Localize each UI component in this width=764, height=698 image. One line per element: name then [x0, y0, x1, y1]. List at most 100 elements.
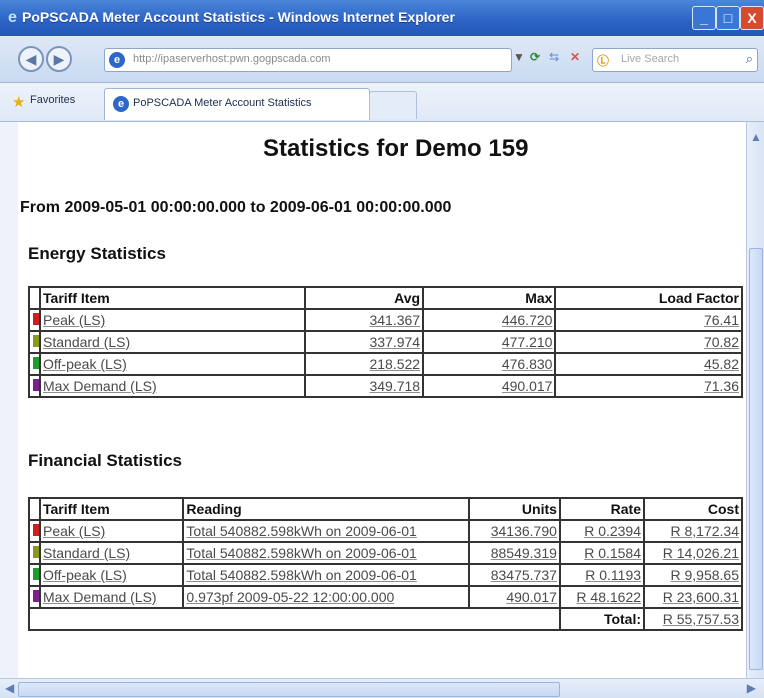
energy-row: Max Demand (LS) 349.718 490.017 71.36	[27, 374, 743, 398]
financial-row: Peak (LS) Total 540882.598kWh on 2009-06-…	[28, 519, 743, 543]
energy-max[interactable]: 490.017	[422, 374, 557, 398]
financial-statistics-table: Tariff Item Reading Units Rate Cost Peak…	[28, 497, 743, 631]
window-title: PoPSCADA Meter Account Statistics - Wind…	[22, 9, 455, 25]
tab-page-icon: e	[113, 96, 129, 112]
energy-header-row: Tariff Item Avg Max Load Factor	[27, 286, 743, 310]
energy-header-avg: Avg	[303, 286, 425, 310]
financial-section-title: Financial Statistics	[28, 451, 182, 470]
energy-load-factor[interactable]: 45.82	[554, 352, 743, 376]
tariff-color-swatch	[33, 313, 39, 325]
energy-load-factor[interactable]: 70.82	[554, 330, 743, 354]
energy-color-cell	[27, 330, 42, 354]
energy-tariff-item[interactable]: Off-peak (LS)	[39, 352, 306, 376]
tab-label[interactable]: PoPSCADA Meter Account Statistics	[133, 97, 312, 109]
maximize-button[interactable]: □	[716, 6, 740, 30]
horizontal-scrollbar[interactable]: ◀ ▶	[0, 678, 764, 698]
financial-header-rate: Rate	[558, 497, 646, 521]
favorites-label[interactable]: Favorites	[30, 94, 75, 106]
financial-tariff-item[interactable]: Peak (LS)	[38, 519, 185, 543]
search-icon[interactable]: ⌕	[746, 51, 753, 67]
address-bar[interactable]: e http://ipaserverhost:pwn.gogpscada.com	[104, 48, 512, 72]
energy-tariff-item[interactable]: Peak (LS)	[39, 308, 306, 332]
back-button[interactable]: ◀	[18, 46, 44, 72]
navigation-bar: ◀ ▶ e http://ipaserverhost:pwn.gogpscada…	[0, 36, 764, 83]
energy-avg[interactable]: 337.974	[303, 330, 425, 354]
energy-color-cell	[27, 352, 42, 376]
energy-tariff-item[interactable]: Standard (LS)	[39, 330, 306, 354]
financial-tariff-item[interactable]: Off-peak (LS)	[38, 563, 185, 587]
energy-max[interactable]: 477.210	[422, 330, 557, 354]
energy-header-max: Max	[422, 286, 557, 310]
total-cost[interactable]: R 55,757.53	[643, 607, 743, 631]
financial-color-header	[28, 497, 41, 521]
page-icon: e	[109, 52, 125, 68]
financial-row: Max Demand (LS) 0.973pf 2009-05-22 12:00:…	[28, 585, 743, 609]
financial-cost[interactable]: R 9,958.65	[643, 563, 743, 587]
refresh-icon[interactable]: ⟳	[530, 50, 540, 68]
financial-color-cell	[28, 541, 41, 565]
address-url: http://ipaserverhost:pwn.gogpscada.com	[133, 53, 331, 65]
energy-row: Off-peak (LS) 218.522 476.830 45.82	[27, 352, 743, 376]
energy-load-factor[interactable]: 76.41	[554, 308, 743, 332]
financial-cost[interactable]: R 23,600.31	[643, 585, 743, 609]
financial-color-cell	[28, 563, 41, 587]
financial-reading[interactable]: Total 540882.598kWh on 2009-06-01	[182, 541, 471, 565]
financial-color-cell	[28, 585, 41, 609]
scroll-left-icon[interactable]: ◀	[5, 681, 14, 695]
scroll-right-icon[interactable]: ▶	[747, 681, 756, 695]
financial-units[interactable]: 34136.790	[468, 519, 561, 543]
favorites-star-icon[interactable]: ★	[12, 93, 25, 111]
energy-max[interactable]: 476.830	[422, 352, 557, 376]
scroll-up-icon[interactable]: ▲	[750, 130, 762, 144]
tariff-color-swatch	[33, 568, 39, 580]
financial-total-row: Total: R 55,757.53	[28, 607, 743, 631]
left-page-edge	[0, 122, 19, 678]
stop-icon[interactable]: ✕	[570, 50, 580, 68]
search-box[interactable]: Ⓛ Live Search ⌕	[592, 48, 758, 72]
search-placeholder: Live Search	[621, 53, 680, 65]
energy-tariff-item[interactable]: Max Demand (LS)	[39, 374, 306, 398]
financial-units[interactable]: 83475.737	[468, 563, 561, 587]
financial-cost[interactable]: R 8,172.34	[643, 519, 743, 543]
energy-avg[interactable]: 341.367	[303, 308, 425, 332]
financial-cost[interactable]: R 14,026.21	[643, 541, 743, 565]
vertical-scrollbar[interactable]: ▲	[746, 122, 764, 678]
active-tab[interactable]: e PoPSCADA Meter Account Statistics	[104, 88, 370, 120]
energy-header-load-factor: Load Factor	[554, 286, 743, 310]
address-dropdown-icon[interactable]: ▼	[513, 50, 525, 68]
financial-rate[interactable]: R 0.2394	[558, 519, 646, 543]
financial-units[interactable]: 490.017	[468, 585, 561, 609]
total-label: Total:	[558, 607, 646, 631]
financial-reading[interactable]: 0.973pf 2009-05-22 12:00:00.000	[182, 585, 471, 609]
financial-rate[interactable]: R 0.1193	[558, 563, 646, 587]
horizontal-scroll-thumb[interactable]	[18, 682, 560, 697]
financial-rate[interactable]: R 0.1584	[558, 541, 646, 565]
minimize-button[interactable]: _	[692, 6, 716, 30]
financial-color-cell	[28, 519, 41, 543]
tariff-color-swatch	[33, 590, 39, 602]
financial-header-row: Tariff Item Reading Units Rate Cost	[28, 497, 743, 521]
forward-button[interactable]: ▶	[46, 46, 72, 72]
browser-window: e PoPSCADA Meter Account Statistics - Wi…	[0, 0, 764, 698]
financial-rate[interactable]: R 48.1622	[558, 585, 646, 609]
compatibility-icon[interactable]: ⇆	[549, 50, 559, 68]
energy-statistics-table: Tariff Item Avg Max Load Factor Peak (LS…	[27, 286, 743, 398]
financial-reading[interactable]: Total 540882.598kWh on 2009-06-01	[182, 519, 471, 543]
financial-tariff-item[interactable]: Max Demand (LS)	[38, 585, 185, 609]
vertical-scroll-thumb[interactable]	[749, 248, 763, 670]
close-button[interactable]: X	[740, 6, 764, 30]
financial-reading[interactable]: Total 540882.598kWh on 2009-06-01	[182, 563, 471, 587]
energy-load-factor[interactable]: 71.36	[554, 374, 743, 398]
energy-avg[interactable]: 218.522	[303, 352, 425, 376]
energy-avg[interactable]: 349.718	[303, 374, 425, 398]
new-tab-button[interactable]	[369, 91, 417, 119]
favorites-bar: ★ Favorites e PoPSCADA Meter Account Sta…	[0, 83, 764, 122]
tariff-color-swatch	[33, 546, 39, 558]
page-title: Statistics for Demo 159	[263, 135, 529, 162]
financial-tariff-item[interactable]: Standard (LS)	[38, 541, 185, 565]
energy-row: Peak (LS) 341.367 446.720 76.41	[27, 308, 743, 332]
energy-max[interactable]: 446.720	[422, 308, 557, 332]
tariff-color-swatch	[33, 335, 39, 347]
financial-units[interactable]: 88549.319	[468, 541, 561, 565]
energy-header-tariff: Tariff Item	[39, 286, 306, 310]
